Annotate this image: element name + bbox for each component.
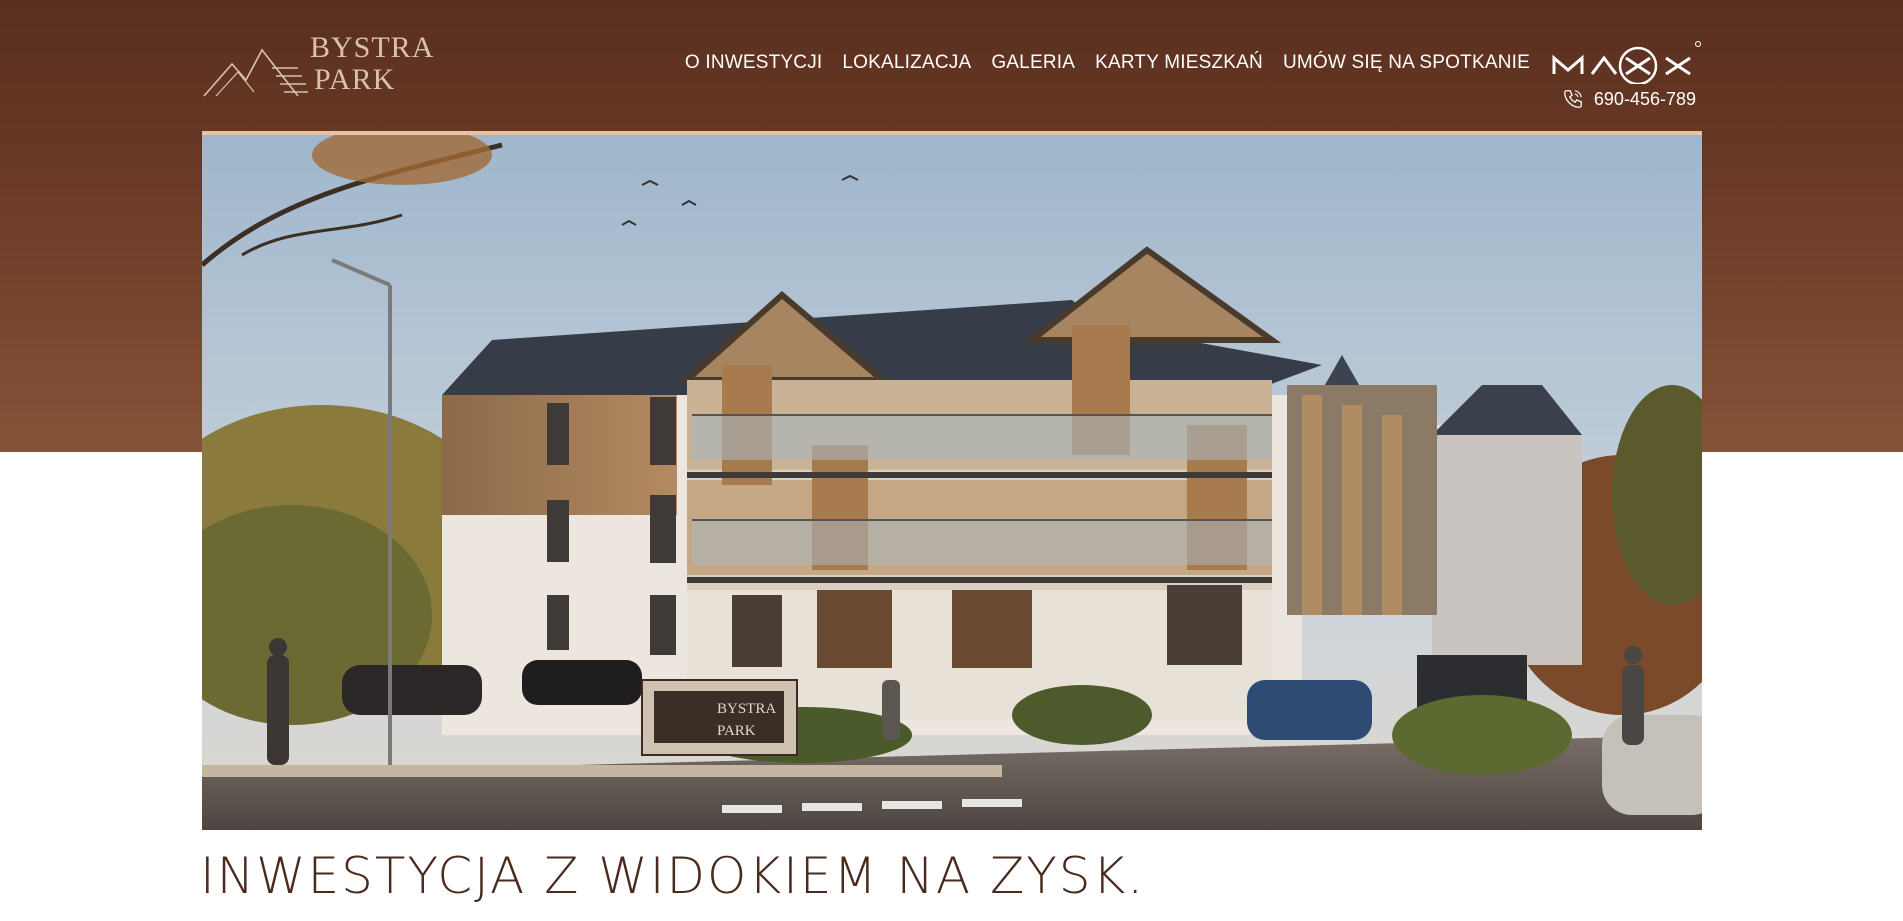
- phone-icon: [1564, 90, 1582, 108]
- logo-line-2: PARK: [314, 63, 396, 96]
- site-header: BYSTRA PARK O INWESTYCJI LOKALIZACJA GAL…: [202, 0, 1702, 130]
- phone-number[interactable]: 690-456-789: [1594, 89, 1696, 110]
- maxx-logo[interactable]: [1550, 40, 1702, 86]
- hero-image: BYSTRA PARK: [202, 131, 1702, 830]
- maxx-logo-icon: [1552, 41, 1701, 86]
- nav-galeria[interactable]: GALERIA: [991, 52, 1075, 74]
- nav-umow-sie-na-spotkanie[interactable]: UMÓW SIĘ NA SPOTKANIE: [1283, 52, 1530, 74]
- nav-lokalizacja[interactable]: LOKALIZACJA: [842, 52, 971, 74]
- bystra-park-logo[interactable]: BYSTRA PARK: [202, 28, 433, 100]
- phone-contact[interactable]: 690-456-789: [1562, 88, 1696, 110]
- logo-line-1: BYSTRA: [310, 31, 435, 64]
- sign-line-1: BYSTRA: [717, 701, 776, 717]
- nav-karty-mieszkan[interactable]: KARTY MIESZKAŃ: [1095, 52, 1263, 74]
- main-navigation: O INWESTYCJI LOKALIZACJA GALERIA KARTY M…: [685, 52, 1530, 74]
- hero-tagline: INWESTYCJA Z WIDOKIEM NA ZYSK.: [200, 847, 1146, 905]
- logo-wordmark: BYSTRA PARK: [310, 32, 434, 96]
- nav-o-inwestycji[interactable]: O INWESTYCJI: [685, 52, 823, 74]
- sign-line-2: PARK: [717, 723, 756, 739]
- building-render-image: BYSTRA PARK: [202, 135, 1702, 830]
